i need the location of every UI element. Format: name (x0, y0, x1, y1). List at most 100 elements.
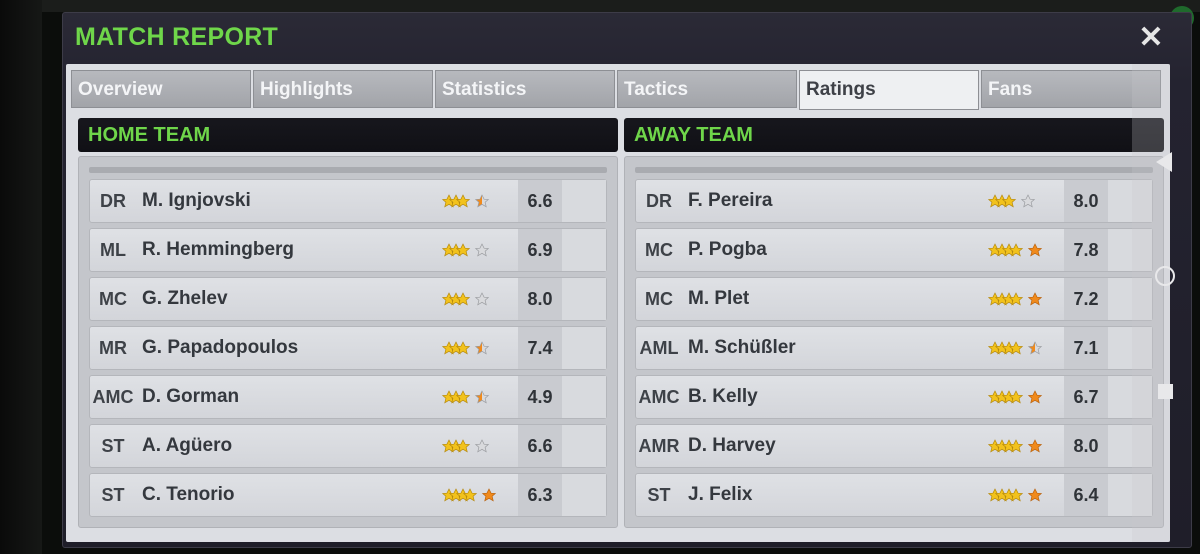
player-row[interactable]: ML R. Hemmingberg 6.9 (89, 228, 607, 272)
player-name: M. Schüßler (688, 337, 796, 358)
match-rating: 6.9 (518, 229, 562, 271)
player-position: MR (99, 338, 127, 358)
row-spacer (562, 327, 606, 369)
match-rating: 8.0 (1064, 425, 1108, 467)
tab-highlights[interactable]: Highlights (253, 70, 433, 108)
player-name: A. Agüero (142, 435, 233, 456)
background-left (0, 0, 42, 554)
star-rating-icon (441, 341, 490, 355)
player-position: ST (101, 436, 125, 456)
star-rating (441, 488, 506, 502)
player-name: G. Zhelev (142, 288, 228, 309)
star-rating (441, 243, 506, 257)
away-player-list: DR F. Pereira 8.0 MC P. Pogba 7.8 MC M. Plet 7.2… (624, 156, 1164, 528)
row-spacer (562, 425, 606, 467)
away-team-title: AWAY TEAM (624, 118, 1164, 152)
square-icon[interactable] (1158, 384, 1173, 399)
triangle-left-icon[interactable] (1156, 152, 1172, 172)
player-name: J. Felix (688, 484, 753, 505)
star-rating (987, 194, 1052, 208)
player-row[interactable]: MC P. Pogba 7.8 (635, 228, 1153, 272)
player-position: MC (645, 289, 673, 309)
star-rating-icon (987, 390, 1043, 404)
star-rating (987, 292, 1052, 306)
player-name: M. Ignjovski (142, 190, 251, 211)
player-name: M. Plet (688, 288, 750, 309)
tab-bar: Overview Highlights Statistics Tactics R… (71, 70, 1167, 110)
player-row[interactable]: AML M. Schüßler 7.1 (635, 326, 1153, 370)
close-icon[interactable]: ✕ (1132, 22, 1170, 54)
player-position: AML (639, 338, 679, 358)
star-rating (441, 390, 506, 404)
match-rating: 7.8 (1064, 229, 1108, 271)
row-spacer (562, 229, 606, 271)
star-rating (987, 341, 1052, 355)
match-rating: 7.2 (1064, 278, 1108, 320)
star-rating (987, 439, 1052, 453)
list-header-bar (635, 167, 1153, 173)
match-rating: 7.1 (1064, 327, 1108, 369)
player-position: ML (100, 240, 126, 260)
away-team-panel: AWAY TEAM DR F. Pereira 8.0 MC P. Pogba 7.8 MC… (624, 118, 1164, 530)
row-spacer (562, 376, 606, 418)
tab-statistics[interactable]: Statistics (435, 70, 615, 108)
player-position: DR (100, 191, 126, 211)
tab-overview[interactable]: Overview (71, 70, 251, 108)
player-row[interactable]: MC M. Plet 7.2 (635, 277, 1153, 321)
match-rating: 6.3 (518, 474, 562, 516)
report-content: Overview Highlights Statistics Tactics R… (66, 64, 1170, 542)
player-name: B. Kelly (688, 386, 758, 407)
background-top (42, 0, 1200, 12)
star-rating-icon (987, 341, 1043, 355)
list-header-bar (89, 167, 607, 173)
player-row[interactable]: MR G. Papadopoulos 7.4 (89, 326, 607, 370)
player-row[interactable]: MC G. Zhelev 8.0 (89, 277, 607, 321)
player-position: ST (647, 485, 671, 505)
star-rating-icon (987, 439, 1043, 453)
star-rating-icon (441, 243, 490, 257)
star-rating (441, 194, 506, 208)
player-row[interactable]: AMR D. Harvey 8.0 (635, 424, 1153, 468)
player-name: G. Papadopoulos (142, 337, 299, 358)
player-position: AMC (638, 387, 680, 407)
player-row[interactable]: ST J. Felix 6.4 (635, 473, 1153, 517)
player-name: R. Hemmingberg (142, 239, 295, 260)
player-name: D. Gorman (142, 386, 240, 407)
star-rating-icon (441, 194, 490, 208)
match-rating: 8.0 (1064, 180, 1108, 222)
tab-tactics[interactable]: Tactics (617, 70, 797, 108)
circle-icon[interactable] (1155, 266, 1175, 286)
row-spacer (562, 278, 606, 320)
player-name: P. Pogba (688, 239, 767, 260)
match-rating: 6.7 (1064, 376, 1108, 418)
player-position: MC (645, 240, 673, 260)
star-rating (441, 292, 506, 306)
match-rating: 4.9 (518, 376, 562, 418)
match-rating: 7.4 (518, 327, 562, 369)
star-rating (987, 488, 1052, 502)
home-team-panel: HOME TEAM DR M. Ignjovski 6.6 ML R. Hemmingb… (78, 118, 618, 530)
home-team-title: HOME TEAM (78, 118, 618, 152)
player-position: AMC (92, 387, 134, 407)
player-row[interactable]: AMC D. Gorman 4.9 (89, 375, 607, 419)
match-rating: 6.6 (518, 425, 562, 467)
player-row[interactable]: DR M. Ignjovski 6.6 (89, 179, 607, 223)
player-row[interactable]: AMC B. Kelly 6.7 (635, 375, 1153, 419)
star-rating-icon (441, 292, 490, 306)
player-row[interactable]: ST C. Tenorio 6.3 (89, 473, 607, 517)
star-rating (441, 439, 506, 453)
row-spacer (562, 180, 606, 222)
tab-ratings[interactable]: Ratings (799, 70, 979, 110)
player-row[interactable]: ST A. Agüero 6.6 (89, 424, 607, 468)
star-rating (987, 390, 1052, 404)
player-row[interactable]: DR F. Pereira 8.0 (635, 179, 1153, 223)
match-rating: 8.0 (518, 278, 562, 320)
star-rating (987, 243, 1052, 257)
star-rating (441, 341, 506, 355)
player-name: C. Tenorio (142, 484, 235, 505)
player-name: F. Pereira (688, 190, 773, 211)
scrollbar-track[interactable] (1132, 64, 1170, 542)
star-rating-icon (987, 243, 1043, 257)
home-player-list: DR M. Ignjovski 6.6 ML R. Hemmingberg 6.9 MC G.… (78, 156, 618, 528)
player-position: ST (101, 485, 125, 505)
